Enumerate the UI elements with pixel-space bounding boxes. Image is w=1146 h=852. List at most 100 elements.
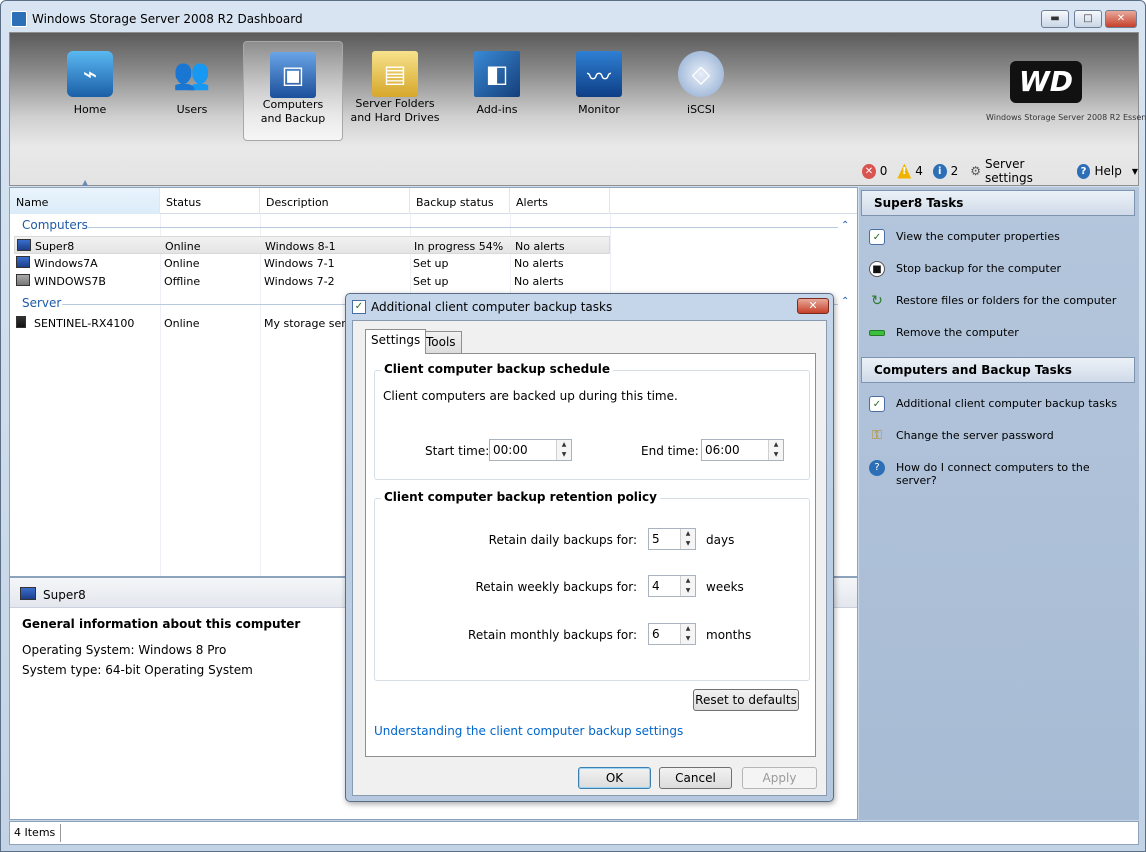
help-icon[interactable]: ? <box>1076 163 1091 179</box>
cancel-button[interactable]: Cancel <box>659 767 732 789</box>
monitor-icon: 〰 <box>576 51 622 97</box>
nav-users[interactable]: 👥 Users <box>142 41 242 141</box>
settings-panel: Client computer backup schedule Client c… <box>365 353 816 757</box>
group-server[interactable]: Server <box>22 296 61 310</box>
daily-value: 5 <box>652 532 660 546</box>
task-label: Additional client computer backup tasks <box>896 397 1118 410</box>
col-alerts[interactable]: Alerts <box>510 188 610 214</box>
task-label: Change the server password <box>896 429 1054 442</box>
task-label: View the computer properties <box>896 230 1060 243</box>
nav-computers-backup[interactable]: ▣ Computers and Backup <box>243 41 343 141</box>
row-backup: In progress 54% <box>414 240 504 253</box>
daily-input[interactable]: 5 ▲ ▼ <box>648 528 696 550</box>
nav-addins-label: Add-ins <box>476 103 518 116</box>
nav-server-folders[interactable]: ▤ Server Folders and Hard Drives <box>345 41 445 141</box>
schedule-title: Client computer backup schedule <box>381 362 614 376</box>
weekly-input[interactable]: 4 ▲ ▼ <box>648 575 696 597</box>
reset-defaults-button[interactable]: Reset to defaults <box>693 689 799 711</box>
row-description: Windows 7-1 <box>264 257 335 270</box>
row-status: Online <box>165 240 201 253</box>
end-time-input[interactable]: 06:00 ▲ ▼ <box>701 439 784 461</box>
row-alerts: No alerts <box>515 240 565 253</box>
start-time-value: 00:00 <box>493 443 528 457</box>
column-header: Name Status Description Backup status Al… <box>10 178 857 214</box>
dialog-close-button[interactable]: ✕ <box>797 298 829 314</box>
close-button[interactable]: ✕ <box>1105 10 1137 28</box>
computer-icon <box>17 239 31 251</box>
details-os: Operating System: Windows 8 Pro <box>22 643 227 657</box>
table-row[interactable]: Windows7A Online Windows 7-1 Set up No a… <box>14 254 610 272</box>
addins-icon: ◧ <box>474 51 520 97</box>
warning-count: 4 <box>915 164 923 178</box>
collapse-icon[interactable]: ⌃ <box>841 296 849 307</box>
restore-icon: ↻ <box>871 293 883 309</box>
nav-monitor[interactable]: 〰 Monitor <box>549 41 649 141</box>
start-time-input[interactable]: 00:00 ▲ ▼ <box>489 439 572 461</box>
iscsi-icon: ◇ <box>678 51 724 97</box>
col-backup-status[interactable]: Backup status <box>410 188 510 214</box>
computers-icon: ▣ <box>270 52 316 98</box>
title-bar: Windows Storage Server 2008 R2 Dashboard… <box>1 1 1145 33</box>
backup-settings-help-link[interactable]: Understanding the client computer backup… <box>374 724 683 738</box>
app-icon <box>11 11 27 27</box>
spinner-arrows-icon[interactable]: ▲ ▼ <box>680 576 695 596</box>
task-label: Remove the computer <box>896 326 1019 339</box>
end-time-value: 06:00 <box>705 443 740 457</box>
server-settings-link[interactable]: Server settings <box>985 157 1069 185</box>
nav-iscsi[interactable]: ◇ iSCSI <box>651 41 751 141</box>
nav-addins[interactable]: ◧ Add-ins <box>447 41 547 141</box>
tab-tools[interactable]: Tools <box>420 331 462 353</box>
computer-icon <box>16 256 30 268</box>
key-icon: ⚿ <box>872 428 882 443</box>
monthly-unit: months <box>706 628 752 642</box>
monthly-input[interactable]: 6 ▲ ▼ <box>648 623 696 645</box>
schedule-group: Client computer backup schedule Client c… <box>374 362 810 480</box>
ok-button[interactable]: OK <box>578 767 651 789</box>
nav-computers-label: Computers and Backup <box>260 98 326 125</box>
help-icon: ? <box>869 460 885 476</box>
navigation-ribbon: ⌁ Home 👥 Users ▣ Computers and Backup ▤ S… <box>9 32 1146 186</box>
nav-home[interactable]: ⌁ Home <box>40 41 140 141</box>
maximize-button[interactable]: □ <box>1074 10 1102 28</box>
chevron-down-icon[interactable]: ▼ <box>1132 167 1138 176</box>
dialog-body: Settings Tools Client computer backup sc… <box>352 320 827 796</box>
sort-arrow-icon: ▲ <box>82 178 89 187</box>
properties-icon: ✓ <box>869 229 885 245</box>
apply-button[interactable]: Apply <box>742 767 817 789</box>
collapse-icon[interactable]: ⌃ <box>841 220 849 231</box>
info-icon[interactable]: i <box>932 163 947 179</box>
row-name: WINDOWS7B <box>34 275 106 288</box>
error-icon[interactable]: ✕ <box>862 163 876 179</box>
task-label: How do I connect computers to the server… <box>896 461 1090 487</box>
minimize-button[interactable]: ▬ <box>1041 10 1069 28</box>
group-divider <box>88 227 838 228</box>
wss-logo: Windows Storage Server 2008 R2 Essential… <box>986 113 1146 122</box>
table-row[interactable]: WINDOWS7B Offline Windows 7-2 Set up No … <box>14 272 610 290</box>
nav-iscsi-label: iSCSI <box>687 103 715 116</box>
daily-label: Retain daily backups for: <box>488 533 637 547</box>
spinner-arrows-icon[interactable]: ▲ ▼ <box>680 624 695 644</box>
spinner-arrows-icon[interactable]: ▲ ▼ <box>768 440 783 460</box>
retention-title: Client computer backup retention policy <box>381 490 660 504</box>
col-status[interactable]: Status <box>160 188 260 214</box>
spinner-arrows-icon[interactable]: ▲ ▼ <box>556 440 571 460</box>
row-name: SENTINEL-RX4100 <box>34 317 135 330</box>
row-status: Online <box>164 257 200 270</box>
row-alerts: No alerts <box>514 257 564 270</box>
col-description[interactable]: Description <box>260 188 410 214</box>
gear-icon[interactable]: ⚙ <box>970 164 981 178</box>
weekly-value: 4 <box>652 579 660 593</box>
status-divider <box>60 824 61 842</box>
error-count: 0 <box>879 164 888 178</box>
retention-group: Client computer backup retention policy … <box>374 490 810 681</box>
group-computers[interactable]: Computers <box>22 218 88 232</box>
backup-tasks-dialog: ✓ Additional client computer backup task… <box>345 293 834 802</box>
schedule-desc: Client computers are backed up during th… <box>383 389 678 403</box>
col-name[interactable]: Name <box>10 188 160 214</box>
spinner-arrows-icon[interactable]: ▲ ▼ <box>680 529 695 549</box>
tab-settings[interactable]: Settings <box>365 329 427 354</box>
help-link[interactable]: Help <box>1094 164 1121 178</box>
table-row[interactable]: Super8 Online Windows 8-1 In progress 54… <box>14 236 610 254</box>
monthly-value: 6 <box>652 627 660 641</box>
warning-icon[interactable]: ! <box>897 163 912 179</box>
